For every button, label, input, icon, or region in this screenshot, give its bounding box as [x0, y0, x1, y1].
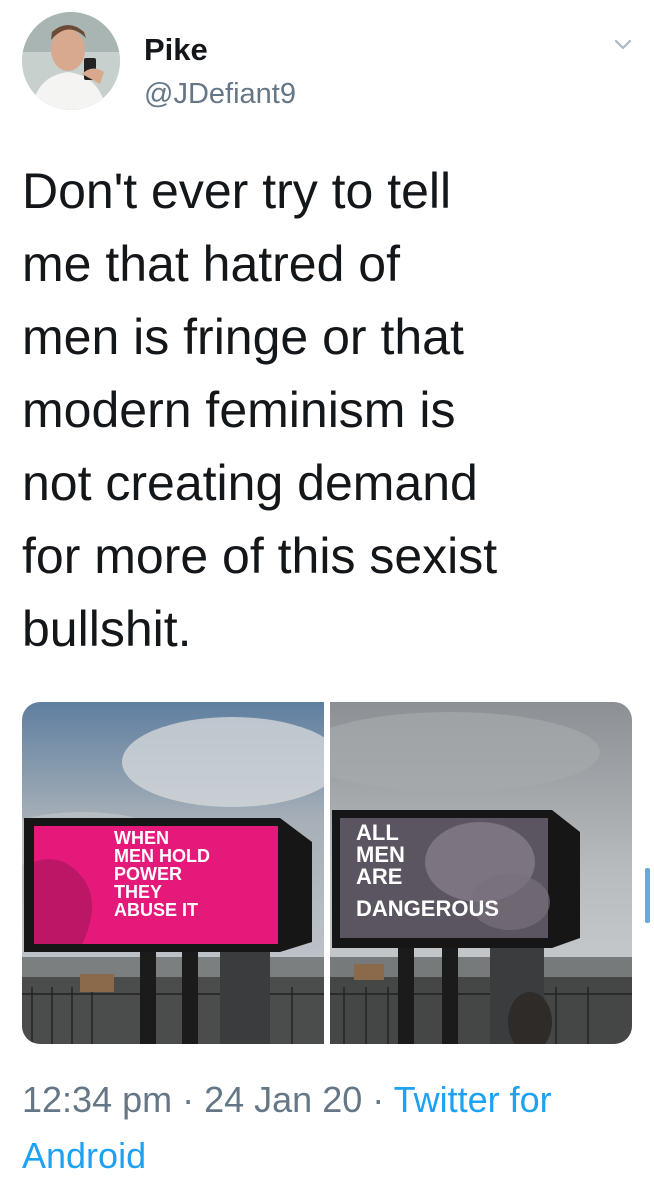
tweet-text-line: bullshit.	[22, 601, 192, 657]
tweet-text-line: me that hatred of	[22, 236, 401, 292]
billboard-photo: WHEN MEN HOLD POWER THEY ABUSE IT	[22, 702, 324, 1044]
meta-separator: ·	[172, 1079, 205, 1120]
billboard-line: ABUSE IT	[114, 900, 198, 920]
media-grid: WHEN MEN HOLD POWER THEY ABUSE IT ALL ME…	[22, 702, 632, 1044]
billboard-photo: ALL MEN ARE DANGEROUS	[330, 702, 632, 1044]
chevron-down-icon[interactable]	[612, 34, 634, 56]
tweet-header: Pike @JDefiant9	[22, 12, 642, 112]
tweet-text: Don't ever try to tell me that hatred of…	[22, 155, 632, 666]
media-photo-1[interactable]: WHEN MEN HOLD POWER THEY ABUSE IT	[22, 702, 324, 1044]
billboard-line: WHEN	[114, 828, 169, 848]
billboard-line: DANGEROUS	[356, 896, 499, 921]
media-photo-2[interactable]: ALL MEN ARE DANGEROUS	[330, 702, 632, 1044]
billboard-line: ARE	[356, 864, 402, 889]
tweet-meta: 12:34 pm · 24 Jan 20 · Twitter for Andro…	[22, 1072, 642, 1184]
avatar-image	[22, 12, 120, 110]
tweet-date[interactable]: 24 Jan 20	[204, 1079, 362, 1120]
tweet-text-line: Don't ever try to tell	[22, 163, 452, 219]
tweet-text-line: modern feminism is	[22, 382, 456, 438]
tweet-text-line: men is fringe or that	[22, 309, 464, 365]
billboard-line: POWER	[114, 864, 182, 884]
scroll-indicator[interactable]	[645, 868, 650, 923]
tweet-text-line: not creating demand	[22, 455, 478, 511]
user-handle[interactable]: @JDefiant9	[144, 78, 296, 111]
avatar[interactable]	[22, 12, 120, 110]
tweet-time[interactable]: 12:34 pm	[22, 1079, 172, 1120]
billboard-line: MEN HOLD	[114, 846, 210, 866]
billboard-line: THEY	[114, 882, 162, 902]
display-name[interactable]: Pike	[144, 32, 208, 68]
tweet-text-line: for more of this sexist	[22, 528, 498, 584]
meta-separator: ·	[362, 1079, 394, 1120]
